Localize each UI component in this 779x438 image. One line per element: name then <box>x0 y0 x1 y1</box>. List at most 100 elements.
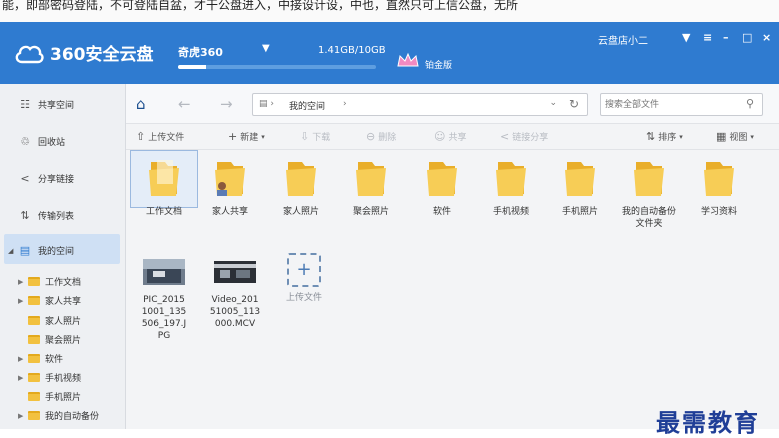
sidebar-item-my-space[interactable]: ◢ ▤ 我的空间 <box>8 244 74 257</box>
folder-icon <box>286 162 316 196</box>
back-arrow-icon[interactable]: ← <box>178 95 191 113</box>
sort-icon: ⇅ <box>646 130 656 143</box>
file-tile-family-shared[interactable]: 家人共享 <box>197 152 263 218</box>
shared-folder-icon <box>215 162 245 196</box>
tree-item-auto-backup[interactable]: ▶ 我的自动备份 <box>18 409 99 422</box>
file-tile-photo[interactable]: PIC_20151001_135506_197.JPG <box>131 254 197 342</box>
search-input[interactable] <box>605 97 735 112</box>
sidebar-item-transfer-list[interactable]: ⇅ 传输列表 <box>18 209 74 222</box>
cloud-logo-icon <box>15 45 44 63</box>
expand-arrow-icon[interactable]: ▶ <box>18 374 28 382</box>
tree-item-label: 工作文档 <box>45 278 82 288</box>
folder-icon <box>496 162 526 196</box>
file-tile-work-docs[interactable]: 工作文档 <box>131 152 197 218</box>
video-thumbnail <box>214 261 256 283</box>
folder-icon <box>149 160 179 196</box>
link-share-button[interactable]: < 链接分享 <box>500 130 548 143</box>
tree-item-family-shared[interactable]: ▶ 家人共享 <box>18 294 81 307</box>
delete-button[interactable]: ⊖ 删除 <box>366 130 396 143</box>
folder-icon <box>28 411 40 420</box>
user-name[interactable]: 奇虎360 <box>178 44 223 60</box>
user-dropdown-icon[interactable]: ▼ <box>262 43 270 54</box>
file-tile-phone-videos[interactable]: 手机视频 <box>478 152 544 218</box>
file-label: PIC_20151001_135506_197.JPG <box>141 295 187 341</box>
plus-icon: + <box>228 130 238 143</box>
account-name[interactable]: 云盘店小二 <box>598 32 648 47</box>
file-tile-auto-backup[interactable]: 我的自动备份文件夹 <box>616 152 682 230</box>
view-button[interactable]: ▦ 视图 ▾ <box>716 130 754 143</box>
tree-item-label: 聚会照片 <box>45 336 82 346</box>
upload-label: 上传文件 <box>285 293 322 303</box>
folder-icon <box>565 162 595 196</box>
grid-view-icon: ▦ <box>716 130 727 143</box>
tree-item-work-docs[interactable]: ▶ 工作文档 <box>18 275 81 288</box>
forward-arrow-icon[interactable]: → <box>220 95 233 113</box>
watermark-logo: 最需教育 <box>656 408 760 437</box>
expand-arrow-icon[interactable]: ▶ <box>18 355 28 363</box>
menu-icon[interactable]: ≡ <box>703 31 712 44</box>
title-bar: 360安全云盘 奇虎360 ▼ 1.41GB/10GB 铂金版 云盘店小二 ▼ … <box>0 22 779 84</box>
sidebar-item-share-link[interactable]: < 分享链接 <box>18 172 74 185</box>
expand-arrow-icon[interactable]: ▶ <box>18 297 28 305</box>
tree-item-label: 手机视频 <box>45 374 82 384</box>
tree-item-label: 手机照片 <box>45 393 82 403</box>
sidebar-item-label: 共享空间 <box>38 101 75 111</box>
sidebar-item-shared-space[interactable]: ☷ 共享空间 <box>18 98 74 111</box>
path-current[interactable]: 我的空间 <box>289 99 325 112</box>
file-tile-software[interactable]: 软件 <box>409 152 475 218</box>
share-button[interactable]: ☺ 共享 <box>434 130 466 143</box>
maximize-icon[interactable]: □ <box>742 31 752 44</box>
chevron-down-icon: ▾ <box>679 132 683 141</box>
file-tile-phone-photos[interactable]: 手机照片 <box>547 152 613 218</box>
file-label: 软件 <box>432 207 451 217</box>
file-tile-study-materials[interactable]: 学习资料 <box>686 152 752 218</box>
close-icon[interactable]: × <box>762 31 771 44</box>
quota-bar-fill <box>178 65 206 69</box>
sidebar-item-label: 回收站 <box>38 138 66 148</box>
path-separator-icon: › <box>343 99 347 109</box>
folder-icon <box>28 373 40 382</box>
sidebar-item-label: 我的空间 <box>38 247 75 257</box>
folder-icon <box>28 277 40 286</box>
sidebar-item-label: 分享链接 <box>38 175 75 185</box>
tree-item-software[interactable]: ▶ 软件 <box>18 352 63 365</box>
download-button[interactable]: ⇩ 下载 <box>300 130 330 143</box>
file-label: 手机照片 <box>561 207 598 217</box>
search-icon[interactable]: ⚲ <box>746 97 754 110</box>
vip-label: 铂金版 <box>425 61 453 71</box>
file-tile-family-photos[interactable]: 家人照片 <box>268 152 334 218</box>
expand-arrow-icon[interactable]: ▶ <box>18 278 28 286</box>
file-label: Video_20151005_113000.MCV <box>209 295 261 329</box>
new-button[interactable]: + 新建 ▾ <box>228 130 265 143</box>
expand-arrow-icon[interactable]: ▶ <box>18 412 28 420</box>
collapse-arrow-icon[interactable]: ◢ <box>8 247 18 255</box>
quota-text: 1.41GB/10GB <box>318 45 386 56</box>
account-menu-icon[interactable]: ▼ <box>682 31 690 44</box>
path-bar[interactable]: ▤ › 我的空间 › ⌄ ↻ <box>252 93 588 116</box>
chevron-down-icon: ▾ <box>750 132 754 141</box>
sidebar-item-label: 传输列表 <box>38 212 75 222</box>
toolbar: ⇧ 上传文件 + 新建 ▾ ⇩ 下载 ⊖ 删除 ☺ 共享 < 链接分享 ⇅ 排序… <box>126 124 779 150</box>
crown-icon <box>397 52 419 67</box>
refresh-icon[interactable]: ↻ <box>569 97 579 111</box>
upload-button[interactable]: ⇧ 上传文件 <box>136 130 184 143</box>
share-link-icon: < <box>500 130 510 143</box>
chevron-down-icon: ▾ <box>261 132 265 141</box>
sidebar-item-recycle-bin[interactable]: ♲ 回收站 <box>18 135 65 148</box>
upload-file-tile[interactable]: + 上传文件 <box>271 252 337 304</box>
home-icon[interactable]: ⌂ <box>136 95 146 113</box>
tree-item-phone-videos[interactable]: ▶ 手机视频 <box>18 371 81 384</box>
path-dropdown-icon[interactable]: ⌄ <box>549 98 557 108</box>
file-tile-video[interactable]: Video_20151005_113000.MCV <box>202 254 268 330</box>
app-window: 360安全云盘 奇虎360 ▼ 1.41GB/10GB 铂金版 云盘店小二 ▼ … <box>0 22 779 437</box>
tree-item-family-photos[interactable]: 家人照片 <box>18 314 81 327</box>
tree-item-party-photos[interactable]: 聚会照片 <box>18 333 81 346</box>
tree-item-phone-photos[interactable]: 手机照片 <box>18 390 81 403</box>
file-tile-party-photos[interactable]: 聚会照片 <box>338 152 404 218</box>
minimize-icon[interactable]: – <box>723 31 729 44</box>
folder-icon <box>28 392 40 401</box>
sort-button[interactable]: ⇅ 排序 ▾ <box>646 130 683 143</box>
sidebar: ☷ 共享空间 ♲ 回收站 < 分享链接 ⇅ 传输列表 ◢ ▤ 我的空间 ▶ 工作… <box>0 84 126 429</box>
folder-icon <box>356 162 386 196</box>
share-link-icon: < <box>20 172 30 185</box>
